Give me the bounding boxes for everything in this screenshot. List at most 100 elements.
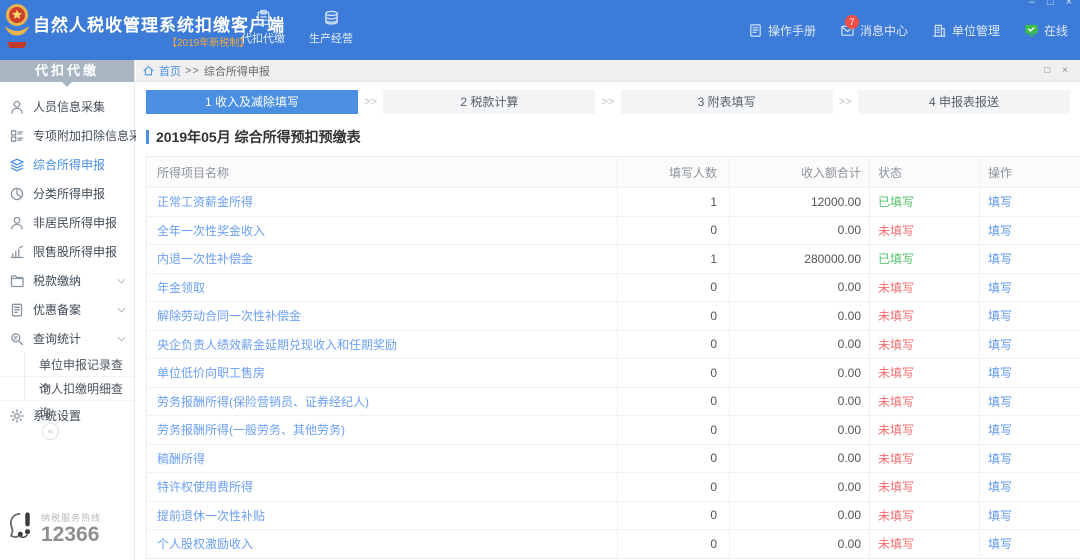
fill-action-link[interactable]: 填写 <box>988 507 1012 524</box>
tab-maximize-icon[interactable]: □ <box>1044 65 1050 76</box>
income-item-name: 个人股权激励收入 <box>147 530 617 558</box>
sidebar-collapse-button[interactable]: « <box>42 423 59 440</box>
income-item-link[interactable]: 全年一次性奖金收入 <box>157 222 265 239</box>
step-separator: >> <box>358 96 383 108</box>
action-cell: 填写 <box>979 445 1080 473</box>
header-nav-label: 生产经营 <box>309 30 353 46</box>
window-maximize-icon[interactable]: □ <box>1047 0 1054 8</box>
fill-action-link[interactable]: 填写 <box>988 279 1012 296</box>
sidebar-item-1[interactable]: 专项附加扣除信息采集 <box>0 121 134 150</box>
sidebar-item-2[interactable]: 综合所得申报 <box>0 150 134 179</box>
income-amount: 0.00 <box>729 274 869 302</box>
table-row: 稿酬所得 0 0.00 未填写 填写 <box>147 444 1080 473</box>
sidebar-item-label: 人员信息采集 <box>33 98 105 115</box>
chart-icon <box>9 244 25 260</box>
fill-action-link[interactable]: 填写 <box>988 222 1012 239</box>
fill-action-link[interactable]: 填写 <box>988 421 1012 438</box>
step-tab-4[interactable]: 4 申报表报送 <box>858 90 1070 114</box>
sidebar-item-0[interactable]: 人员信息采集 <box>0 92 134 121</box>
income-item-link[interactable]: 劳务报酬所得(保险营销员、证券经纪人) <box>157 393 369 410</box>
income-item-link[interactable]: 正常工资薪金所得 <box>157 193 253 210</box>
chevron-down-icon <box>117 307 126 313</box>
home-icon <box>142 64 155 77</box>
header-tool-label: 消息中心 <box>860 22 908 39</box>
breadcrumb-home[interactable]: 首页 <box>159 63 181 79</box>
building-icon <box>932 23 947 38</box>
fill-count: 0 <box>617 530 729 558</box>
income-item-name: 年金领取 <box>147 274 617 302</box>
step-separator: >> <box>833 96 858 108</box>
fill-action-link[interactable]: 填写 <box>988 336 1012 353</box>
fill-count: 1 <box>617 188 729 216</box>
status-badge: 未填写 <box>869 302 979 330</box>
fill-action-link[interactable]: 填写 <box>988 193 1012 210</box>
chevron-down-icon <box>117 278 126 284</box>
sidebar-item-label: 专项附加扣除信息采集 <box>33 127 153 144</box>
income-item-link[interactable]: 个人股权激励收入 <box>157 535 253 552</box>
header-nav-item-1[interactable]: 生产经营 <box>305 9 357 46</box>
person-icon <box>9 99 25 115</box>
income-item-link[interactable]: 特许权使用费所得 <box>157 478 253 495</box>
window-controls: – □ × <box>1029 0 1072 8</box>
income-amount: 0.00 <box>729 217 869 245</box>
fill-action-link[interactable]: 填写 <box>988 307 1012 324</box>
sidebar-subitem-8-1[interactable]: 个人扣缴明细查询 <box>0 377 134 401</box>
income-item-link[interactable]: 内退一次性补偿金 <box>157 250 253 267</box>
income-item-link[interactable]: 解除劳动合同一次性补偿金 <box>157 307 301 324</box>
table-row: 特许权使用费所得 0 0.00 未填写 填写 <box>147 472 1080 501</box>
income-item-link[interactable]: 稿酬所得 <box>157 450 205 467</box>
sidebar-item-4[interactable]: 非居民所得申报 <box>0 208 134 237</box>
sidebar-item-8[interactable]: 查询统计 <box>0 324 134 353</box>
header-tool-1[interactable]: 7 消息中心 <box>840 22 908 39</box>
sidebar-item-7[interactable]: 优惠备案 <box>0 295 134 324</box>
column-header-2: 收入额合计 <box>729 157 869 187</box>
sidebar: 代扣代缴 人员信息采集 专项附加扣除信息采集 综合所得申报 分类所得申报 非居民… <box>0 60 135 560</box>
status-badge: 未填写 <box>869 274 979 302</box>
fill-count: 0 <box>617 502 729 530</box>
income-item-link[interactable]: 年金领取 <box>157 279 205 296</box>
income-amount: 0.00 <box>729 388 869 416</box>
table-row: 劳务报酬所得(保险营销员、证券经纪人) 0 0.00 未填写 填写 <box>147 387 1080 416</box>
page-title: 2019年05月 综合所得预扣预缴表 <box>146 127 1070 147</box>
column-header-0: 所得项目名称 <box>147 157 617 187</box>
header-tool-label: 单位管理 <box>952 22 1000 39</box>
sidebar-item-5[interactable]: 限售股所得申报 <box>0 237 134 266</box>
sidebar-item-3[interactable]: 分类所得申报 <box>0 179 134 208</box>
header-tool-3[interactable]: 在线 <box>1024 22 1068 39</box>
income-amount: 0.00 <box>729 302 869 330</box>
window-close-icon[interactable]: × <box>1066 0 1072 8</box>
sidebar-subitem-8-0[interactable]: 单位申报记录查询 <box>0 353 134 377</box>
fill-action-link[interactable]: 填写 <box>988 393 1012 410</box>
step-tab-1[interactable]: 1 收入及减除填写 <box>146 90 358 114</box>
income-item-name: 全年一次性奖金收入 <box>147 217 617 245</box>
step-tab-3[interactable]: 3 附表填写 <box>621 90 833 114</box>
online-icon <box>1024 23 1039 38</box>
header-tool-0[interactable]: 操作手册 <box>748 22 816 39</box>
header-nav-item-0[interactable]: 代扣代缴 <box>237 9 289 46</box>
status-badge: 已填写 <box>869 245 979 273</box>
income-item-link[interactable]: 提前退休一次性补贴 <box>157 507 265 524</box>
status-badge: 未填写 <box>869 359 979 387</box>
income-amount: 0.00 <box>729 445 869 473</box>
fill-count: 0 <box>617 331 729 359</box>
fill-action-link[interactable]: 填写 <box>988 478 1012 495</box>
fill-action-link[interactable]: 填写 <box>988 364 1012 381</box>
income-item-link[interactable]: 央企负责人绩效薪金延期兑现收入和任期奖励 <box>157 336 397 353</box>
sidebar-item-9[interactable]: 系统设置 <box>0 401 134 430</box>
fill-action-link[interactable]: 填写 <box>988 450 1012 467</box>
column-header-3: 状态 <box>869 157 979 187</box>
header-tool-2[interactable]: 单位管理 <box>932 22 1000 39</box>
tab-close-icon[interactable]: × <box>1062 65 1068 76</box>
income-item-link[interactable]: 单位低价向职工售房 <box>157 364 265 381</box>
sidebar-item-6[interactable]: 税款缴纳 <box>0 266 134 295</box>
income-item-link[interactable]: 劳务报酬所得(一般劳务、其他劳务) <box>157 421 345 438</box>
fill-action-link[interactable]: 填写 <box>988 535 1012 552</box>
step-tab-2[interactable]: 2 税款计算 <box>383 90 595 114</box>
action-cell: 填写 <box>979 188 1080 216</box>
income-amount: 0.00 <box>729 359 869 387</box>
notification-badge: 7 <box>845 15 859 29</box>
header-tools: 操作手册 7 消息中心 单位管理 在线 <box>748 22 1068 39</box>
fill-count: 0 <box>617 359 729 387</box>
window-minimize-icon[interactable]: – <box>1029 0 1035 8</box>
fill-action-link[interactable]: 填写 <box>988 250 1012 267</box>
